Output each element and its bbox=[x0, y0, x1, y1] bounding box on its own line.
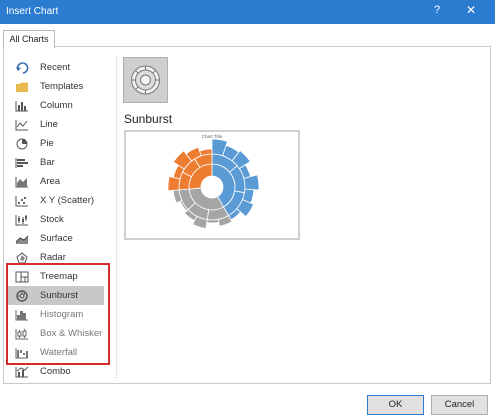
separator bbox=[116, 56, 117, 378]
chart-type-label: Area bbox=[40, 176, 61, 187]
folder-icon bbox=[14, 80, 30, 94]
scatter-chart-icon bbox=[14, 194, 30, 208]
ok-button[interactable]: OK bbox=[367, 395, 424, 415]
selected-chart-name: Sunburst bbox=[124, 112, 173, 126]
area-chart-icon bbox=[14, 175, 30, 189]
chart-type-scatter[interactable]: X Y (Scatter) bbox=[8, 191, 104, 210]
stock-chart-icon bbox=[14, 213, 30, 227]
chart-type-label: Templates bbox=[40, 81, 84, 92]
chart-type-area[interactable]: Area bbox=[8, 172, 104, 191]
close-button[interactable]: ✕ bbox=[466, 3, 476, 17]
chart-type-label: Stock bbox=[40, 214, 64, 225]
chart-type-stock[interactable]: Stock bbox=[8, 210, 104, 229]
chart-type-bar[interactable]: Bar bbox=[8, 153, 104, 172]
chart-type-label: Surface bbox=[40, 233, 73, 244]
chart-type-label: Column bbox=[40, 100, 73, 111]
recent-icon bbox=[14, 61, 30, 75]
chart-preview[interactable]: Chart Title bbox=[124, 130, 300, 240]
help-button[interactable]: ? bbox=[434, 4, 440, 16]
pie-chart-icon bbox=[14, 137, 30, 151]
sunburst-preview-graphic bbox=[167, 138, 260, 230]
cancel-button[interactable]: Cancel bbox=[431, 395, 488, 415]
chart-type-label: X Y (Scatter) bbox=[40, 195, 95, 206]
highlight-box bbox=[6, 263, 110, 365]
tab-all-charts[interactable]: All Charts bbox=[3, 30, 55, 48]
bar-chart-icon bbox=[14, 156, 30, 170]
chart-type-templates[interactable]: Templates bbox=[8, 77, 104, 96]
chart-type-column[interactable]: Column bbox=[8, 96, 104, 115]
combo-chart-icon bbox=[14, 365, 30, 379]
chart-type-label: Recent bbox=[40, 62, 71, 73]
title-bar: Insert Chart ? ✕ bbox=[0, 0, 495, 24]
sunburst-thumbnail[interactable] bbox=[123, 57, 168, 103]
column-chart-icon bbox=[14, 99, 30, 113]
chart-type-label: Combo bbox=[40, 366, 71, 377]
chart-type-recent[interactable]: Recent bbox=[8, 58, 104, 77]
line-chart-icon bbox=[14, 118, 30, 132]
surface-chart-icon bbox=[14, 232, 30, 246]
chart-type-surface[interactable]: Surface bbox=[8, 229, 104, 248]
chart-type-label: Line bbox=[40, 119, 58, 130]
chart-type-label: Radar bbox=[40, 252, 66, 263]
sunburst-segment bbox=[206, 218, 220, 224]
chart-type-line[interactable]: Line bbox=[8, 115, 104, 134]
chart-type-label: Pie bbox=[40, 138, 54, 149]
window-title: Insert Chart bbox=[6, 6, 59, 17]
chart-type-label: Bar bbox=[40, 157, 55, 168]
chart-type-pie[interactable]: Pie bbox=[8, 134, 104, 153]
